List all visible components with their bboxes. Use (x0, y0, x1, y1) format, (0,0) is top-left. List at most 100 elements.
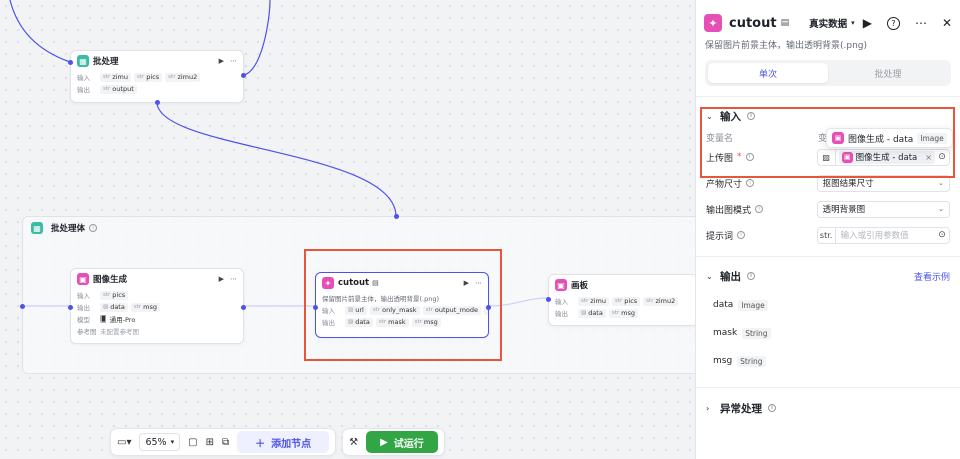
input-chip: str zimu2 (643, 296, 679, 306)
input-chip: str pics (133, 72, 163, 82)
cutout-icon: ✦ (704, 14, 722, 32)
play-icon[interactable]: ▶ (219, 275, 224, 283)
output-chip: ▨ data (100, 302, 128, 312)
output-chip: ▨ data (578, 308, 606, 318)
chevron-down-icon[interactable]: ⌄ (706, 112, 714, 121)
input-chip: str zimu (578, 296, 609, 306)
chevron-down-icon: ⌄ (938, 205, 944, 213)
port-in[interactable] (546, 297, 551, 302)
panel-title: cutout (729, 15, 777, 31)
size-select[interactable]: 抠图结果尺寸 ⌄ (816, 174, 950, 192)
edge-batch-out (243, 0, 271, 76)
batch-node-title: 批处理 (93, 57, 119, 67)
canvas-board-title: 画板 (571, 281, 589, 291)
chevron-down-icon: ⌄ (938, 179, 944, 187)
view-example-link[interactable]: 查看示例 (914, 270, 950, 283)
image-gen-title: 图像生成 (93, 275, 128, 285)
minimap-icon[interactable]: ▭▾ (117, 437, 131, 448)
param-row: 输出图模式 i 透明背景图 ⌄ (696, 199, 960, 219)
port-out[interactable] (241, 305, 246, 310)
upload-ref-pill: ▣ 图像生成 - data × (838, 150, 935, 164)
port-top[interactable] (394, 214, 399, 219)
info-icon[interactable]: i (746, 179, 755, 187)
output-item: data Image (696, 291, 960, 319)
image-gen-node[interactable]: ▣ 图像生成 ▶ ⋯ 输入 str pics 输出 ▨ data str msg 模型… (68, 268, 246, 344)
toolbar-view-group: ▭▾ 65% ▾ ▢ ⊞ ⧉ ＋ 添加节点 (110, 428, 337, 456)
zoom-select[interactable]: 65% ▾ (139, 433, 181, 451)
type-tag: String (737, 355, 766, 367)
info-icon[interactable]: i (89, 224, 98, 232)
chevron-down-icon[interactable]: ⌄ (706, 272, 714, 281)
col-var-name: 变量名 (706, 133, 734, 144)
type-tag: Image (738, 299, 768, 311)
port-in[interactable] (313, 305, 318, 310)
play-icon[interactable]: ▶ (863, 16, 872, 30)
close-icon[interactable]: ✕ (942, 16, 952, 30)
required-mark: * (737, 152, 742, 162)
output-mode-select[interactable]: 透明背景图 ⌄ (816, 200, 950, 218)
input-chip: str pics (611, 296, 641, 306)
chevron-right-icon[interactable]: › (706, 404, 714, 413)
port-bottom[interactable] (155, 100, 160, 105)
canvas-board-node[interactable]: ▣ 画板 输入 str zimu str pics str zimu2 输出 ▨ dat… (546, 274, 695, 326)
upload-image-input[interactable]: ▨ ▣ 图像生成 - data × ⊙ (816, 148, 950, 166)
more-icon[interactable]: ⋯ (230, 275, 237, 283)
play-icon[interactable]: ▶ (464, 279, 469, 287)
ref-value: 未配置参考图 (100, 328, 139, 336)
plugin-icon: ▤ (372, 279, 379, 287)
batch-body-title: 批处理体 (51, 224, 86, 234)
info-icon[interactable]: i (755, 205, 764, 213)
port-out[interactable] (486, 305, 491, 310)
play-icon[interactable]: ▶ (219, 57, 224, 65)
image-gen-icon: ▣ (841, 151, 853, 163)
data-mode-select[interactable]: 真实数据 ▾ (809, 16, 855, 30)
upload-field-row: 上传图 * i ▨ ▣ 图像生成 - data × ⊙ (696, 147, 960, 167)
plugin-icon: ▤ (780, 18, 790, 28)
image-icon[interactable]: ⧉ (222, 437, 229, 448)
tab-single[interactable]: 单次 (708, 63, 828, 83)
bottom-toolbar: ▭▾ 65% ▾ ▢ ⊞ ⧉ ＋ 添加节点 ⚒ ▶ 试运行 (110, 428, 445, 456)
info-icon[interactable]: i (747, 112, 755, 120)
test-run-button[interactable]: ▶ 试运行 (366, 431, 438, 453)
info-icon[interactable]: i (745, 153, 754, 161)
type-tag: String (742, 327, 771, 339)
input-chip: str output_mode (422, 305, 481, 315)
workflow-canvas[interactable]: ▦ 批处理 ▶ ⋯ 输入 str zimu str pics str zimu2 输出… (0, 0, 695, 459)
batch-node-outputs: 输出 str output (71, 83, 243, 95)
info-icon[interactable]: i (737, 231, 746, 239)
cutout-title: cutout (338, 278, 370, 288)
clear-icon[interactable]: × (925, 153, 932, 162)
port-out[interactable] (241, 73, 246, 78)
batch-body-icon: ▦ (31, 222, 43, 234)
info-icon[interactable]: i (768, 404, 776, 412)
port-in[interactable] (68, 305, 73, 310)
more-icon[interactable]: ⋯ (475, 279, 482, 287)
batch-node[interactable]: ▦ 批处理 ▶ ⋯ 输入 str zimu str pics str zimu2 输出… (68, 50, 246, 105)
play-icon: ▶ (380, 436, 388, 448)
help-icon[interactable]: ? (886, 16, 900, 30)
type-tag: Image (917, 132, 947, 144)
upload-label: 上传图 (706, 153, 734, 164)
model-value: 通用-Pro (109, 316, 136, 324)
more-icon[interactable]: ⋯ (915, 16, 927, 30)
tab-batch[interactable]: 批处理 (828, 63, 948, 83)
comment-icon[interactable]: ▢ (188, 437, 197, 448)
node-config-panel: ✦ cutout ▤ 真实数据 ▾ ▶ ? ⋯ ✕ 保留图片前景主体，输出透明背… (695, 0, 960, 459)
add-node-button[interactable]: ＋ 添加节点 (237, 431, 330, 453)
debug-icon[interactable]: ⚒ (349, 437, 358, 448)
prompt-input[interactable]: str. 输入或引用参数值 ⊙ (816, 226, 950, 244)
output-chip: str output (100, 84, 137, 94)
layout-icon[interactable]: ⊞ (206, 437, 214, 448)
image-type-icon: ▨ (818, 149, 836, 165)
cutout-node[interactable]: ✦ cutout ▤ ▶ ⋯ 保留图片前景主体，输出透明背景(.png) 输入 … (313, 272, 491, 338)
port-left[interactable] (20, 304, 25, 309)
variable-ref-icon[interactable]: ⊙ (935, 230, 949, 240)
toolbar-run-group: ⚒ ▶ 试运行 (342, 428, 445, 456)
info-icon[interactable]: i (747, 272, 755, 280)
variable-ref-icon[interactable]: ⊙ (935, 152, 949, 162)
port-out[interactable] (68, 60, 73, 65)
chevron-down-icon: ▾ (851, 19, 855, 27)
chevron-down-icon: ▾ (170, 438, 175, 446)
more-icon[interactable]: ⋯ (230, 57, 237, 65)
output-chip: str msg (411, 317, 441, 327)
